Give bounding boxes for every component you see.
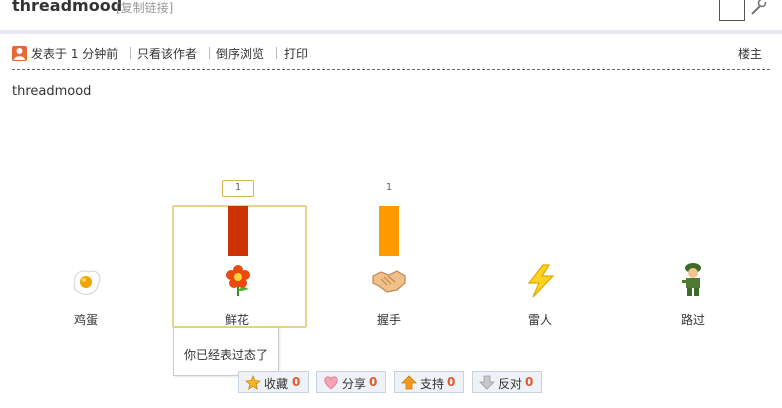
author-online-icon — [12, 46, 27, 61]
print-link[interactable]: 打印 — [284, 45, 308, 62]
already-voted-tooltip: 你已经表过态了 — [173, 327, 279, 376]
reaction-bar-handshake — [379, 206, 399, 256]
support-label: 支持 — [420, 377, 445, 391]
meta-separator — [130, 47, 131, 59]
header-checkbox[interactable] — [719, 0, 745, 21]
handshake-icon[interactable] — [371, 266, 407, 296]
wrench-icon[interactable] — [749, 0, 767, 16]
reaction-bar-flower — [228, 206, 248, 256]
support-count: 0 — [447, 375, 456, 389]
count-label-flower: 1 — [234, 182, 242, 193]
favorite-button[interactable]: 收藏 0 — [238, 371, 309, 393]
arrow-down-icon — [479, 375, 495, 390]
star-icon — [245, 375, 261, 390]
reaction-label-egg[interactable]: 鸡蛋 — [46, 311, 126, 328]
floor-label: 楼主 — [738, 47, 763, 61]
header-divider — [0, 30, 782, 34]
heart-icon — [324, 376, 338, 390]
reverse-order-link[interactable]: 倒序浏览 — [216, 45, 264, 62]
favorite-label: 收藏 — [264, 377, 289, 391]
reaction-label-handshake[interactable]: 握手 — [349, 311, 429, 328]
share-button[interactable]: 分享 0 — [316, 371, 386, 393]
share-label: 分享 — [342, 377, 367, 391]
arrow-up-icon — [401, 375, 417, 390]
post-time: 发表于 1 分钟前 — [31, 47, 119, 61]
fried-egg-icon[interactable] — [70, 266, 104, 298]
soldier-icon[interactable] — [679, 262, 707, 298]
copy-link[interactable]: [复制链接] — [116, 0, 173, 16]
meta-separator — [276, 47, 277, 59]
oppose-label: 反对 — [498, 377, 523, 391]
count-label-handshake: 1 — [385, 182, 393, 193]
support-button[interactable]: 支持 0 — [394, 371, 464, 393]
reaction-label-passerby[interactable]: 路过 — [653, 311, 733, 328]
oppose-count: 0 — [525, 375, 534, 389]
meta-divider — [12, 69, 770, 70]
share-count: 0 — [369, 375, 378, 389]
tooltip-text: 你已经表过态了 — [184, 348, 269, 362]
only-author-link[interactable]: 只看该作者 — [137, 45, 197, 62]
flower-icon[interactable] — [221, 264, 255, 298]
reaction-label-lightning[interactable]: 雷人 — [500, 311, 580, 328]
lightning-icon[interactable] — [525, 264, 557, 298]
meta-separator — [209, 47, 210, 59]
favorite-count: 0 — [292, 375, 301, 389]
thread-title: threadmood — [12, 0, 123, 15]
oppose-button[interactable]: 反对 0 — [472, 371, 542, 393]
post-body: threadmood — [12, 84, 92, 99]
reaction-label-flower[interactable]: 鲜花 — [197, 311, 277, 328]
